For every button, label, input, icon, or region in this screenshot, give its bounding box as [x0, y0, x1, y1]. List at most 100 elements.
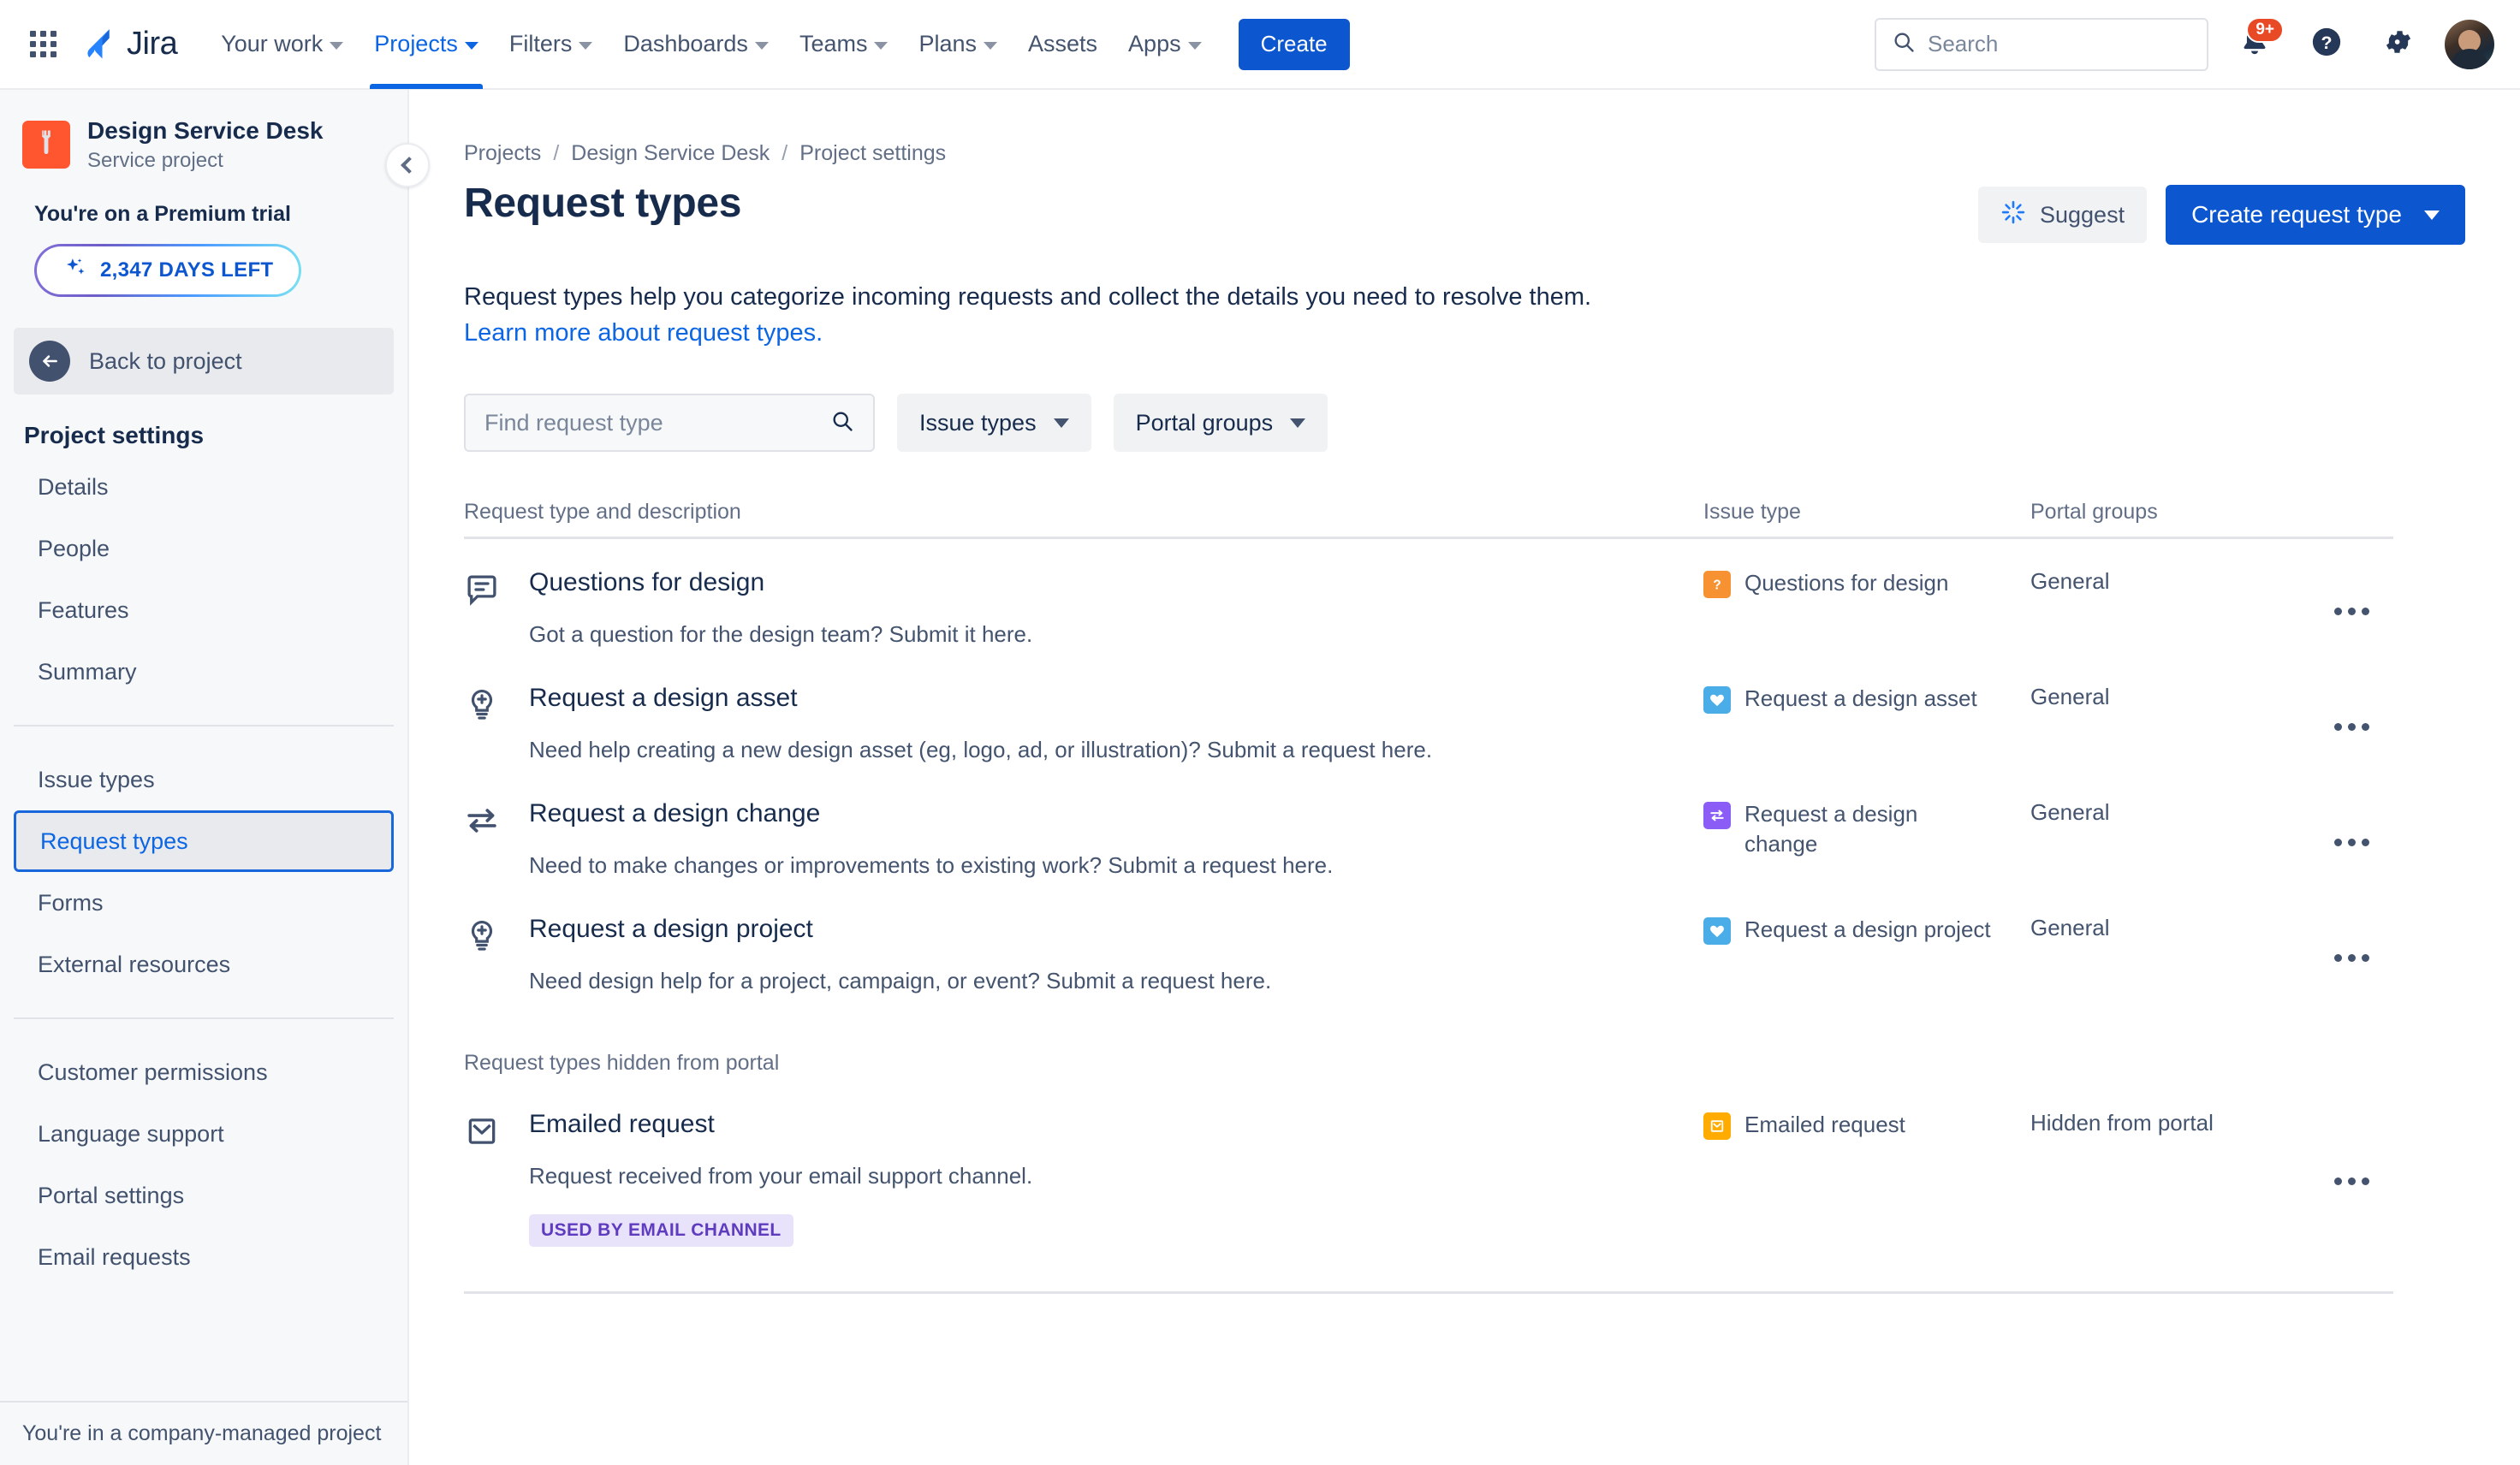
- table-row[interactable]: Questions for design Got a question for …: [464, 539, 2393, 655]
- sidebar-item-summary[interactable]: Summary: [14, 641, 394, 703]
- find-request-type-input[interactable]: [484, 409, 822, 436]
- jira-logo-icon: [79, 26, 116, 63]
- request-type-name[interactable]: Request a design asset: [529, 684, 1432, 713]
- notification-count-badge: 9+: [2246, 16, 2284, 44]
- nav-assets[interactable]: Assets: [1013, 17, 1112, 72]
- breadcrumb-separator: /: [782, 141, 788, 165]
- table-header-row: Request type and description Issue type …: [464, 500, 2393, 540]
- portal-group-label: General: [2030, 568, 2110, 595]
- column-header-issue-type: Issue type: [1703, 500, 1801, 525]
- issue-types-filter[interactable]: Issue types: [897, 394, 1091, 453]
- svg-text:?: ?: [2321, 33, 2332, 53]
- create-request-type-button[interactable]: Create request type: [2166, 185, 2465, 245]
- app-switcher-button[interactable]: [19, 21, 67, 68]
- table-row[interactable]: Emailed request Request received from yo…: [464, 1081, 2393, 1251]
- gear-icon: [2383, 27, 2414, 62]
- nav-filters[interactable]: Filters: [495, 17, 608, 72]
- nav-projects[interactable]: Projects: [360, 17, 493, 89]
- settings-button[interactable]: [2373, 19, 2424, 70]
- create-button[interactable]: Create: [1238, 18, 1350, 70]
- sidebar-item-request-types[interactable]: Request types: [14, 810, 394, 872]
- issue-type-label: Request a design asset: [1744, 685, 1977, 712]
- trial-days-left-label: 2,347 DAYS LEFT: [100, 258, 274, 282]
- nav-dashboards[interactable]: Dashboards: [609, 17, 783, 72]
- sidebar-item-issue-types[interactable]: Issue types: [14, 749, 394, 810]
- learn-more-link[interactable]: Learn more about request types.: [464, 315, 1662, 351]
- table-row[interactable]: Request a design project Need design hel…: [464, 886, 2393, 1001]
- more-actions-icon[interactable]: [2334, 684, 2369, 765]
- trial-section: You're on a Premium trial 2,347 DAYS LEF…: [0, 173, 407, 297]
- sidebar-section-title: Project settings: [24, 422, 205, 448]
- trial-title: You're on a Premium trial: [34, 202, 291, 226]
- column-header-portal-groups: Portal groups: [2030, 500, 2158, 525]
- more-actions-icon[interactable]: [2334, 1110, 2369, 1246]
- nav-teams[interactable]: Teams: [785, 17, 903, 72]
- search-icon: [1892, 30, 1916, 58]
- table-row[interactable]: Request a design change Need to make cha…: [464, 770, 2393, 886]
- more-actions-icon[interactable]: [2334, 799, 2369, 881]
- request-type-name[interactable]: Request a design project: [529, 915, 1271, 944]
- issue-type-label: Request a design change: [1744, 801, 1918, 857]
- main-content: Projects / Design Service Desk / Project…: [409, 90, 2520, 1465]
- jira-home-link[interactable]: Jira: [79, 26, 178, 63]
- nav-label: Filters: [508, 31, 573, 56]
- chevron-down-icon: [874, 42, 889, 50]
- user-avatar[interactable]: [2445, 19, 2494, 69]
- project-sidebar: Design Service Desk Service project You'…: [0, 90, 430, 1465]
- envelope-square-icon: [1703, 1112, 1731, 1141]
- portal-groups-filter[interactable]: Portal groups: [1113, 394, 1328, 453]
- ai-sparkle-icon: [2000, 199, 2026, 231]
- portal-group-label: General: [2030, 684, 2110, 710]
- sidebar-item-customer-permissions[interactable]: Customer permissions: [14, 1041, 394, 1103]
- request-type-description: Need design help for a project, campaign…: [529, 968, 1272, 994]
- find-request-type-box[interactable]: [464, 394, 875, 453]
- lightbulb-plus-icon: [464, 915, 503, 996]
- nav-apps[interactable]: Apps: [1114, 17, 1216, 72]
- request-type-name[interactable]: Emailed request: [529, 1110, 1032, 1139]
- sidebar-item-details[interactable]: Details: [14, 456, 394, 518]
- sidebar-item-features[interactable]: Features: [14, 579, 394, 641]
- help-button[interactable]: ?: [2301, 19, 2352, 70]
- table-row[interactable]: Request a design asset Need help creatin…: [464, 655, 2393, 770]
- issue-types-filter-label: Issue types: [919, 409, 1037, 436]
- sidebar-item-external-resources[interactable]: External resources: [14, 934, 394, 995]
- request-type-description: Need help creating a new design asset (e…: [529, 737, 1433, 763]
- page-body: Design Service Desk Service project You'…: [0, 90, 2520, 1465]
- nav-plans[interactable]: Plans: [904, 17, 1012, 72]
- heart-square-icon: [1703, 917, 1731, 946]
- request-type-name[interactable]: Request a design change: [529, 799, 1333, 828]
- top-navigation-bar: Jira Your work Projects Filters Dashboar…: [0, 0, 2520, 90]
- project-header[interactable]: Design Service Desk Service project: [0, 90, 407, 173]
- sidebar-collapse-button[interactable]: [385, 143, 430, 187]
- back-to-project-button[interactable]: Back to project: [14, 328, 394, 394]
- breadcrumb-design-service-desk[interactable]: Design Service Desk: [571, 141, 770, 166]
- help-question-icon: ?: [2310, 26, 2343, 62]
- trial-days-left-pill[interactable]: 2,347 DAYS LEFT: [34, 244, 301, 297]
- sidebar-item-language-support[interactable]: Language support: [14, 1103, 394, 1165]
- suggest-button[interactable]: Suggest: [1978, 187, 2148, 243]
- request-type-name[interactable]: Questions for design: [529, 568, 1032, 597]
- sidebar-item-people[interactable]: People: [14, 518, 394, 579]
- nav-label: Plans: [918, 31, 978, 56]
- nav-label: Assets: [1028, 31, 1098, 56]
- more-actions-icon[interactable]: [2334, 568, 2369, 649]
- sidebar-item-portal-settings[interactable]: Portal settings: [14, 1165, 394, 1226]
- brand-name: Jira: [127, 26, 178, 62]
- notifications-button[interactable]: 9+: [2229, 16, 2284, 70]
- sidebar-item-forms[interactable]: Forms: [14, 872, 394, 934]
- question-square-icon: ?: [1703, 571, 1731, 599]
- sidebar-divider: [14, 1017, 394, 1019]
- sidebar-item-email-requests[interactable]: Email requests: [14, 1226, 394, 1288]
- issue-type-label: Request a design project: [1744, 916, 1991, 943]
- swap-square-icon: [1703, 802, 1731, 830]
- arrow-left-icon: [29, 341, 70, 382]
- search-icon: [830, 409, 854, 437]
- search-input[interactable]: [1928, 31, 2191, 57]
- more-actions-icon[interactable]: [2334, 915, 2369, 996]
- global-search[interactable]: [1875, 17, 2208, 71]
- status-badge: USED BY EMAIL CHANNEL: [529, 1213, 793, 1247]
- nav-your-work[interactable]: Your work: [206, 17, 358, 72]
- breadcrumb-project-settings[interactable]: Project settings: [799, 141, 946, 166]
- nav-label: Your work: [221, 31, 324, 56]
- breadcrumb-projects[interactable]: Projects: [464, 141, 541, 166]
